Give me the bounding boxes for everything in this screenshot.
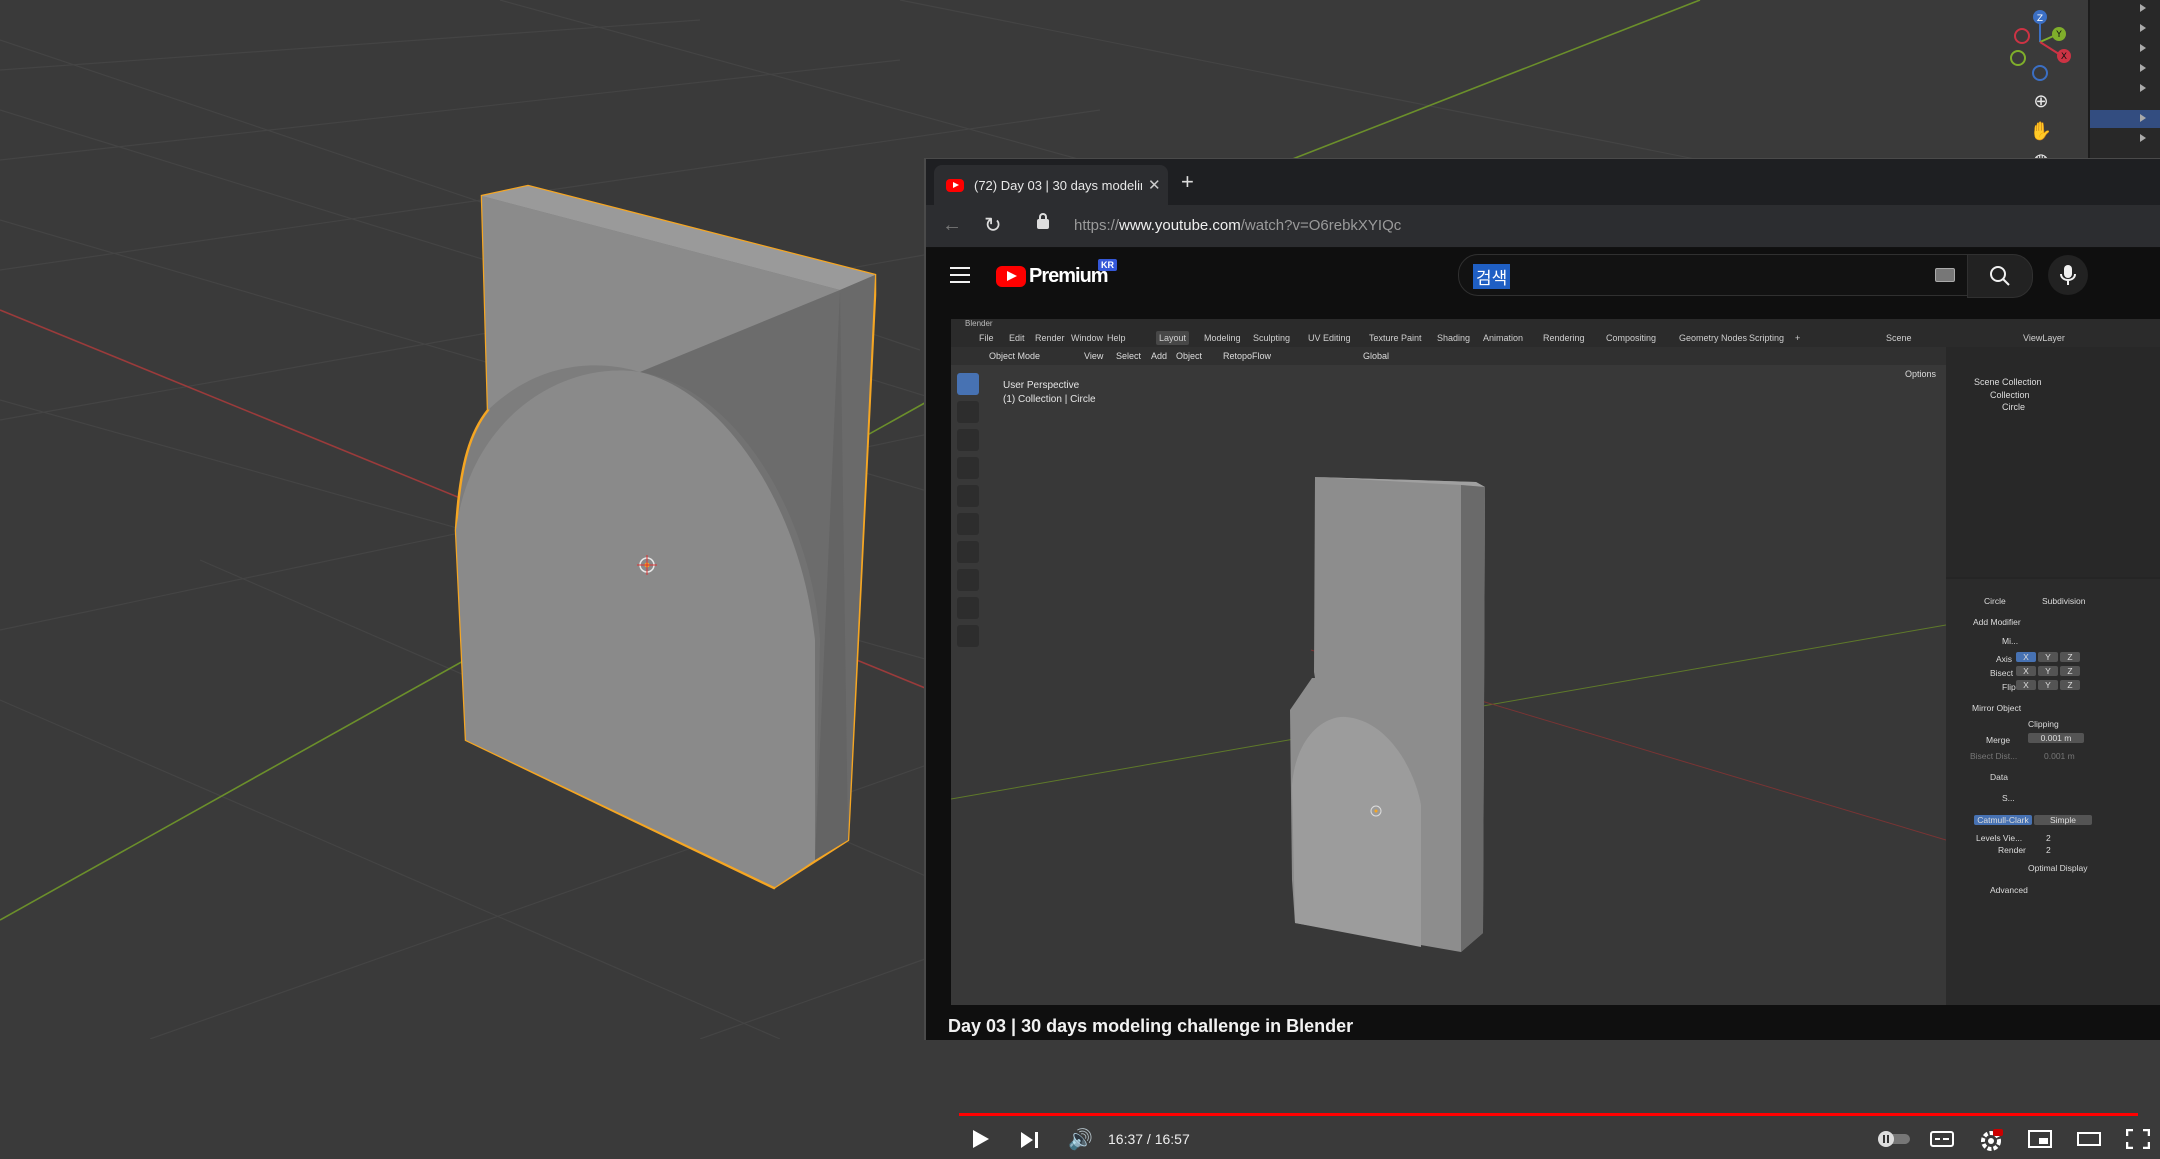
tab-title: (72) Day 03 | 30 days modeling c [974,177,1142,193]
player-controls: 🔊 16:37 / 16:57 [926,1119,2160,1159]
new-tab-icon[interactable]: + [1181,171,1194,193]
youtube-favicon-icon [946,178,964,192]
search-query: 검색 [1473,264,1511,289]
outliner-row-selected[interactable] [2090,110,2160,128]
svg-text:X: X [2061,52,2067,62]
youtube-logo[interactable]: Premium [996,265,1109,288]
captions-icon[interactable] [1930,1129,1954,1149]
video-title[interactable]: Day 03 | 30 days modeling challenge in B… [948,1016,1353,1037]
youtube-logo-icon [996,266,1026,287]
miniplayer-icon[interactable] [2028,1129,2052,1149]
address-bar[interactable]: ← ↻ https://www.youtube.com/watch?v=O6re… [926,205,2160,248]
video-toolbar [957,373,979,653]
svg-text:Y: Y [2055,30,2062,40]
reload-icon[interactable]: ↻ [984,213,1002,238]
outliner-row[interactable] [2090,130,2160,148]
region-badge: KR [1098,259,1117,271]
search-input[interactable]: 검색 [1458,254,1968,296]
outliner-row[interactable] [2090,60,2160,78]
video-side-panels: Scene Collection Collection Circle Circl… [1946,347,2160,1005]
search-button[interactable] [1967,254,2033,298]
navigation-gizmo[interactable]: Z Y X [2000,6,2080,86]
viewport-info: User Perspective (1) Collection | Circle [1003,380,1096,405]
options-label: Options [1905,369,1937,379]
video-viewport-header: Object Mode View Select Add Object Retop… [951,347,1946,365]
play-icon[interactable] [973,1130,989,1148]
tab-strip: (72) Day 03 | 30 days modeling c ✕ + [926,159,2160,205]
outliner-row[interactable] [2090,40,2160,58]
outliner-panel[interactable] [2088,0,2160,160]
lock-icon[interactable] [1037,213,1049,229]
video-player[interactable]: Blender File Edit Render Window Help Lay… [951,319,2160,1005]
pan-hand-icon[interactable]: ✋ [2026,116,2056,146]
browser-tab[interactable]: (72) Day 03 | 30 days modeling c ✕ [934,165,1168,205]
outliner-row[interactable] [2090,20,2160,38]
video-viewport: User Perspective (1) Collection | Circle… [951,365,1946,1005]
svg-text:Z: Z [2037,14,2043,24]
time-display: 16:37 / 16:57 [1108,1131,1190,1147]
volume-icon[interactable]: 🔊 [1068,1127,1093,1152]
fullscreen-icon[interactable] [2126,1129,2150,1149]
next-icon[interactable] [1019,1130,1041,1150]
close-icon[interactable]: ✕ [1148,176,1161,194]
keyboard-icon[interactable] [1935,268,1955,282]
browser-window[interactable]: (72) Day 03 | 30 days modeling c ✕ + ← ↻… [924,158,2160,1151]
search-icon [1990,266,2010,286]
video-blender-titlebar: Blender [951,319,2160,329]
voice-search-button[interactable] [2048,255,2088,295]
zoom-icon[interactable]: ⊕ [2026,86,2056,116]
video-properties: Circle Subdivision Add Modifier Mi... Ax… [1946,579,2160,1005]
video-outliner: Scene Collection Collection Circle [1946,347,2160,577]
video-viewport-scene [951,477,1946,952]
logo-text: Premium [1029,265,1109,287]
outliner-row[interactable] [2090,80,2160,98]
video-blender-menubar: File Edit Render Window Help Layout Mode… [951,329,2160,348]
youtube-header: Premium KR 검색 [926,248,2160,308]
url-text[interactable]: https://www.youtube.com/watch?v=O6rebkXY… [1074,217,1401,234]
settings-gear-icon[interactable] [1979,1129,2003,1153]
theater-mode-icon[interactable] [2077,1129,2101,1149]
back-arrow-icon[interactable]: ← [942,214,962,237]
outliner-row[interactable] [2090,0,2160,18]
microphone-icon [2060,265,2076,285]
autoplay-toggle-icon[interactable] [1876,1129,1912,1149]
video-progress-bar[interactable] [959,1113,2138,1116]
menu-icon[interactable] [950,267,970,283]
